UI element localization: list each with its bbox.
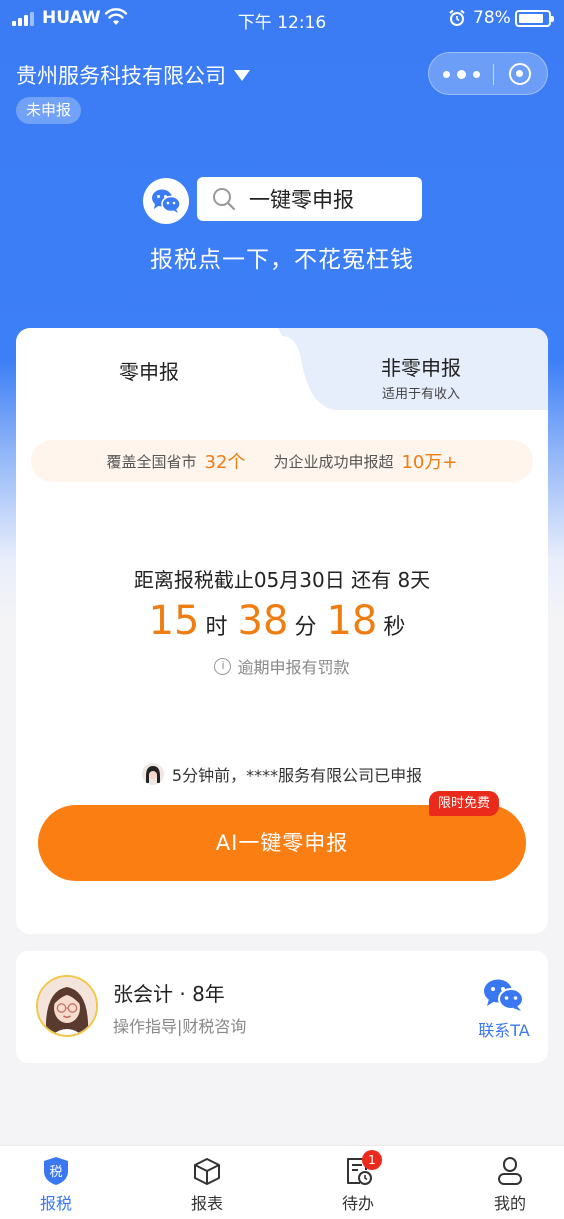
wechat-logo-icon xyxy=(143,178,189,224)
tab-nonzero-label: 非零申报 xyxy=(381,356,461,380)
tab-nonzero-subtitle: 适用于有收入 xyxy=(381,387,460,402)
filing-card: 零申报 非零申报 适用于有收入 覆盖全国省市 32个 为企业成功申报超 10万+… xyxy=(16,328,548,934)
coverage-value-regions: 32个 xyxy=(204,452,246,473)
deadline-text: 距离报税截止05月30日 还有 8天 xyxy=(133,568,431,592)
more-icon[interactable] xyxy=(443,70,483,79)
svg-text:税: 税 xyxy=(49,1165,62,1180)
status-bar: HUAW 下午 12:16 78% xyxy=(0,0,564,38)
accountant-tags: 操作指导|财税咨询 xyxy=(113,1017,247,1036)
hero-slogan: 报税点一下，不花冤枉钱 xyxy=(150,247,414,273)
caret-down-icon xyxy=(234,69,250,81)
battery-percent: 78% xyxy=(473,8,511,28)
hours-unit: 时 xyxy=(205,615,228,640)
tabbar-item-profile[interactable]: 我的 xyxy=(470,1156,550,1214)
tab-nonzero-filing[interactable]: 非零申报 适用于有收入 xyxy=(316,352,526,402)
search-text: 一键零申报 xyxy=(249,188,354,212)
tabbar-label-reports: 报表 xyxy=(190,1194,223,1213)
user-icon xyxy=(498,1157,522,1185)
recent-activity-text: 5分钟前，****服务有限公司已申报 xyxy=(171,766,423,785)
tabbar-item-reports[interactable]: 报表 xyxy=(167,1156,247,1214)
ai-zero-filing-button[interactable]: AI一键零申报 xyxy=(38,805,526,881)
tabbar-item-todo[interactable]: 1 待办 xyxy=(318,1150,398,1214)
user-avatar-icon xyxy=(141,763,164,785)
accountant-avatar xyxy=(36,975,98,1037)
countdown-hours: 15 xyxy=(148,598,200,644)
accountant-card[interactable]: 张会计 · 8年 操作指导|财税咨询 联系TA xyxy=(16,951,548,1063)
company-selector[interactable]: 贵州服务科技有限公司 xyxy=(16,60,250,90)
penalty-note: i 逾期申报有罚款 xyxy=(16,654,548,678)
penalty-text: 逾期申报有罚款 xyxy=(237,658,350,677)
free-badge: 限时免费 xyxy=(429,791,500,816)
search-icon xyxy=(213,188,236,211)
tab-zero-filing[interactable]: 零申报 xyxy=(16,356,282,385)
contact-button[interactable]: 联系TA xyxy=(474,977,534,1041)
contact-label: 联系TA xyxy=(478,1021,530,1040)
chat-icon xyxy=(484,979,524,1011)
countdown-minutes: 38 xyxy=(237,598,289,644)
tabbar-label-tax: 报税 xyxy=(39,1194,72,1213)
seconds-unit: 秒 xyxy=(383,615,406,640)
info-icon: i xyxy=(214,657,232,675)
countdown-seconds: 18 xyxy=(326,598,378,644)
status-badge: 未申报 xyxy=(16,97,82,124)
mini-program-capsule xyxy=(428,52,548,95)
coverage-banner: 覆盖全国省市 32个 为企业成功申报超 10万+ xyxy=(31,440,533,482)
battery-icon xyxy=(515,10,554,27)
tabbar-label-todo: 待办 xyxy=(341,1194,374,1213)
coverage-label-companies: 为企业成功申报超 xyxy=(273,452,394,471)
recent-activity: 5分钟前，****服务有限公司已申报 xyxy=(16,762,548,786)
tabbar-label-profile: 我的 xyxy=(493,1194,526,1213)
box-icon xyxy=(194,1158,220,1185)
tabbar-item-tax[interactable]: 税 报税 xyxy=(16,1156,96,1214)
todo-count-badge: 1 xyxy=(362,1150,382,1170)
coverage-label-regions: 覆盖全国省市 xyxy=(106,452,197,471)
coverage-value-companies: 10万+ xyxy=(401,452,458,473)
bottom-tab-bar: 税 报税 报表 1 待办 我的 xyxy=(0,1145,564,1219)
tax-shield-icon: 税 xyxy=(44,1157,68,1185)
countdown-timer: 15 时 38 分 18 秒 xyxy=(16,598,548,644)
accountant-name: 张会计 · 8年 xyxy=(113,982,225,1006)
capsule-divider xyxy=(493,64,494,85)
search-input[interactable]: 一键零申报 xyxy=(197,177,422,221)
minutes-unit: 分 xyxy=(294,615,317,640)
company-name: 贵州服务科技有限公司 xyxy=(16,64,226,88)
close-target-icon[interactable] xyxy=(509,63,531,85)
alarm-icon xyxy=(449,9,465,26)
